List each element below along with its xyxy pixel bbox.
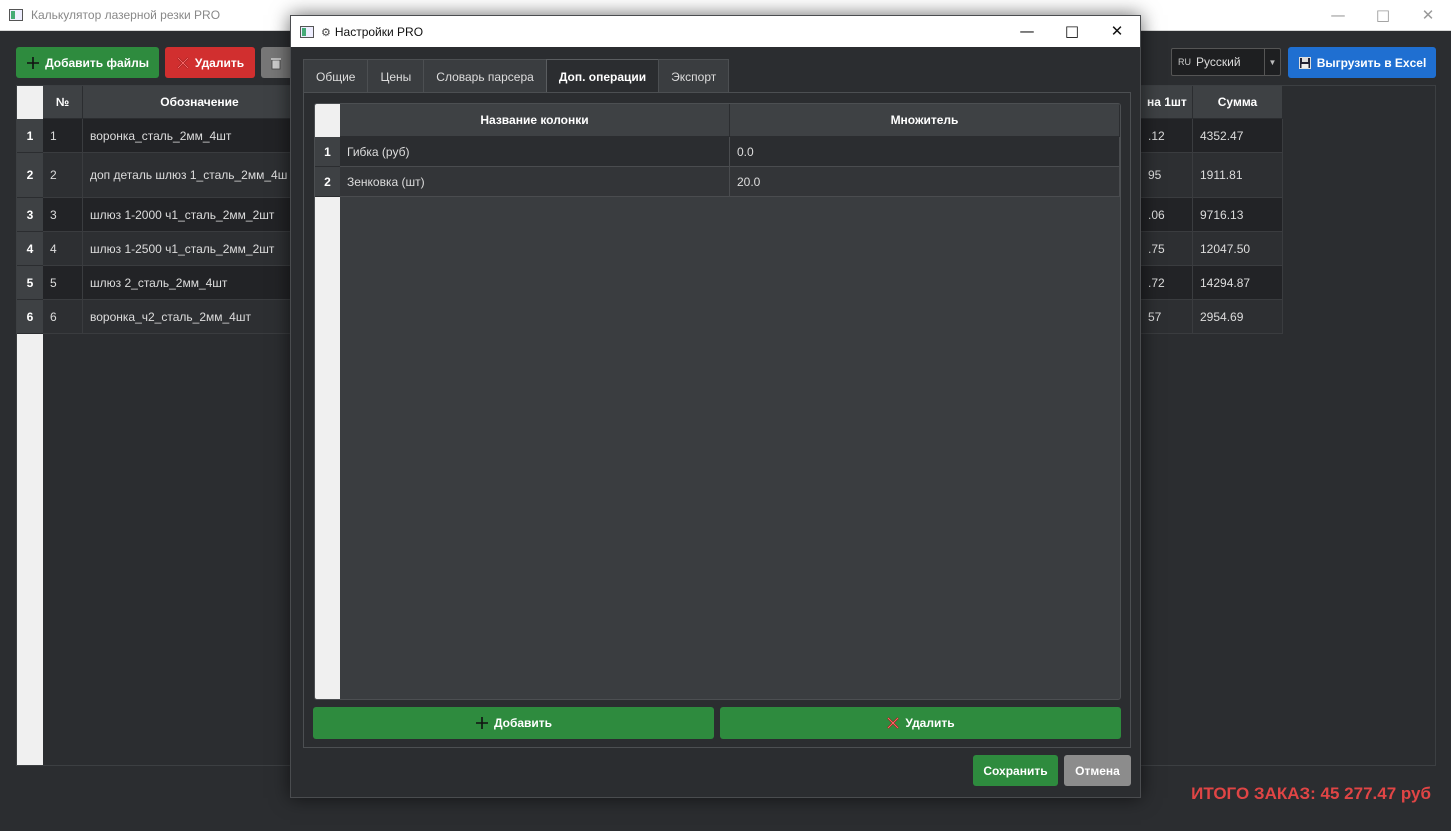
cancel-button[interactable]: Отмена [1064, 755, 1131, 786]
delete-files-label: Удалить [194, 55, 245, 70]
header-multiplier[interactable]: Множитель [730, 104, 1120, 137]
table-corner[interactable] [315, 104, 340, 137]
row-number[interactable]: 3 [17, 198, 43, 232]
row-number[interactable]: 5 [17, 266, 43, 300]
dialog-title: ⚙ Настройки PRO [321, 25, 423, 39]
order-total: ИТОГО ЗАКАЗ: 45 277.47 руб [1191, 784, 1431, 803]
cell-column-name[interactable]: Зенковка (шт) [340, 167, 730, 197]
header-designation[interactable]: Обозначение [83, 86, 317, 119]
add-operation-label: Добавить [493, 716, 553, 730]
dialog-close-icon[interactable]: ✕ [1094, 16, 1140, 47]
cell-price-per-unit[interactable]: .06 [1141, 198, 1193, 232]
cross-icon [887, 717, 900, 729]
row-number[interactable]: 2 [315, 167, 340, 197]
header-sum[interactable]: Сумма [1193, 86, 1283, 119]
settings-tabs: Общие Цены Словарь парсера Доп. операции… [303, 59, 730, 93]
cross-icon [177, 56, 189, 69]
cell-column-name[interactable]: Гибка (руб) [340, 137, 730, 167]
app-window-icon [9, 9, 23, 21]
cell-designation[interactable]: шлюз 2_сталь_2мм_4шт [83, 266, 317, 300]
tab-extra-operations[interactable]: Доп. операции [545, 59, 660, 93]
export-excel-label: Выгрузить в Excel [1316, 55, 1427, 70]
cell-price-per-unit[interactable]: .12 [1141, 119, 1193, 153]
row-number[interactable]: 6 [17, 300, 43, 334]
cell-designation[interactable]: шлюз 1-2500 ч1_сталь_2мм_2шт [83, 232, 317, 266]
language-flag: RU [1178, 57, 1191, 67]
cell-designation[interactable]: доп деталь шлюз 1_сталь_2мм_4ш [83, 153, 317, 198]
plus-icon [27, 56, 40, 69]
minimize-icon[interactable]: — [1315, 0, 1361, 31]
dialog-minimize-icon[interactable]: — [1004, 16, 1050, 47]
cell-num[interactable]: 6 [43, 300, 83, 334]
cell-designation[interactable]: воронка_сталь_2мм_4шт [83, 119, 317, 153]
delete-files-button[interactable]: Удалить [165, 47, 255, 78]
save-button[interactable]: Сохранить [973, 755, 1058, 786]
header-num[interactable]: № [43, 86, 83, 119]
extra-operations-table: Название колонки Множитель 1 Гибка (руб)… [314, 103, 1121, 700]
table-corner[interactable] [17, 86, 43, 119]
cell-num[interactable]: 1 [43, 119, 83, 153]
cell-sum[interactable]: 9716.13 [1193, 198, 1283, 232]
cell-sum[interactable]: 12047.50 [1193, 232, 1283, 266]
table-row[interactable]: 1 Гибка (руб) 0.0 [315, 137, 1120, 167]
close-icon[interactable]: ✕ [1405, 0, 1451, 31]
cell-price-per-unit[interactable]: .75 [1141, 232, 1193, 266]
chevron-down-icon[interactable]: ▼ [1264, 49, 1280, 75]
dialog-window-icon [300, 26, 314, 38]
gear-icon: ⚙ [321, 25, 331, 39]
row-header-column [315, 137, 340, 699]
cell-num[interactable]: 2 [43, 153, 83, 198]
cell-designation[interactable]: воронка_ч2_сталь_2мм_4шт [83, 300, 317, 334]
cell-price-per-unit[interactable]: 95 [1141, 153, 1193, 198]
cell-designation[interactable]: шлюз 1-2000 ч1_сталь_2мм_2шт [83, 198, 317, 232]
tab-parser-dictionary[interactable]: Словарь парсера [423, 59, 547, 93]
settings-dialog: ⚙ Настройки PRO — □ ✕ Общие Цены Словарь… [290, 15, 1141, 798]
delete-operation-label: Удалить [905, 716, 955, 730]
cell-num[interactable]: 4 [43, 232, 83, 266]
cell-multiplier[interactable]: 0.0 [730, 137, 1120, 167]
cell-price-per-unit[interactable]: 57 [1141, 300, 1193, 334]
export-excel-button[interactable]: Выгрузить в Excel [1288, 47, 1436, 78]
clear-all-button[interactable] [261, 47, 291, 78]
row-number[interactable]: 4 [17, 232, 43, 266]
language-selected-value: Русский [1196, 55, 1241, 69]
main-window-title: Калькулятор лазерной резки PRO [31, 8, 221, 22]
dialog-maximize-icon[interactable]: □ [1049, 16, 1095, 47]
tab-export[interactable]: Экспорт [658, 59, 730, 93]
cell-num[interactable]: 5 [43, 266, 83, 300]
language-select[interactable]: RU Русский ▼ [1171, 48, 1281, 76]
plus-icon [475, 717, 488, 729]
row-number[interactable]: 2 [17, 153, 43, 198]
cell-sum[interactable]: 14294.87 [1193, 266, 1283, 300]
delete-operation-button[interactable]: Удалить [720, 707, 1121, 739]
add-files-button[interactable]: Добавить файлы [16, 47, 159, 78]
row-number[interactable]: 1 [17, 119, 43, 153]
cell-sum[interactable]: 4352.47 [1193, 119, 1283, 153]
row-number[interactable]: 1 [315, 137, 340, 167]
add-files-label: Добавить файлы [45, 55, 149, 70]
header-price-per-unit[interactable]: на 1шт [1141, 86, 1193, 119]
add-operation-button[interactable]: Добавить [313, 707, 714, 739]
extra-operations-panel: Название колонки Множитель 1 Гибка (руб)… [303, 92, 1131, 748]
cell-sum[interactable]: 1911.81 [1193, 153, 1283, 198]
cell-sum[interactable]: 2954.69 [1193, 300, 1283, 334]
cell-num[interactable]: 3 [43, 198, 83, 232]
tab-prices[interactable]: Цены [367, 59, 425, 93]
table-row[interactable]: 2 Зенковка (шт) 20.0 [315, 167, 1120, 197]
dialog-title-text: Настройки PRO [334, 25, 424, 39]
cell-price-per-unit[interactable]: .72 [1141, 266, 1193, 300]
floppy-disk-icon [1298, 56, 1311, 69]
cell-multiplier[interactable]: 20.0 [730, 167, 1120, 197]
maximize-icon[interactable]: □ [1360, 0, 1406, 31]
header-column-name[interactable]: Название колонки [340, 104, 730, 137]
trash-icon [271, 57, 281, 69]
tab-general[interactable]: Общие [303, 59, 369, 93]
dialog-titlebar: ⚙ Настройки PRO — □ ✕ [291, 16, 1140, 47]
